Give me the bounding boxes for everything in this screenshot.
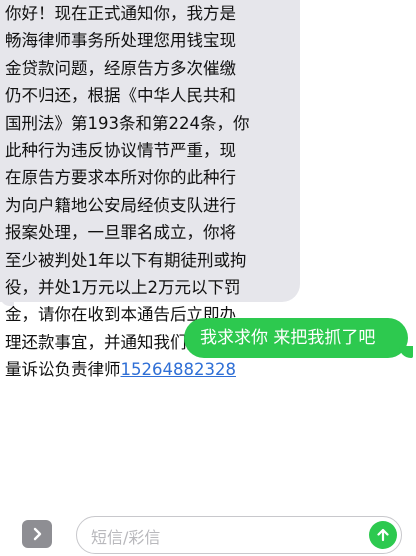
message-line: 报案处理，一旦罪名成立，你将 xyxy=(5,223,236,243)
incoming-message-bubble[interactable]: 你好！现在正式通知你，我方是 畅海律师事务所处理您用钱宝现 金贷款问题，经原告方… xyxy=(0,0,300,379)
message-line: 役，并处1万元以上2万元以下罚 xyxy=(5,277,241,297)
message-line: 金贷款问题，经原告方多次催缴 xyxy=(5,58,236,78)
message-line-prefix: 量诉讼负责律师 xyxy=(5,360,121,380)
expand-apps-button[interactable] xyxy=(22,520,52,548)
arrow-up-icon xyxy=(377,528,389,542)
phone-number-link[interactable]: 15264882328 xyxy=(121,360,236,379)
incoming-bubble-tail xyxy=(0,296,14,306)
message-line: 此种行为违反协议情节严重，现 xyxy=(5,140,236,160)
send-button[interactable] xyxy=(369,521,397,549)
message-line: 在原告方要求本所对你的此种行 xyxy=(5,168,236,188)
message-line: 至少被判处1年以下有期徒刑或拘 xyxy=(5,250,247,270)
chevron-right-icon xyxy=(33,527,42,541)
message-line: 你好！现在正式通知你，我方是 xyxy=(5,4,236,23)
message-last-line: 量诉讼负责律师15264882328 xyxy=(5,356,288,383)
outgoing-message-text: 我求求你 来把我抓了吧 xyxy=(200,328,376,348)
outgoing-message-bubble[interactable]: 我求求你 来把我抓了吧 xyxy=(184,318,408,358)
message-line: 仍不归还，根据《中华人民共和 xyxy=(5,86,236,106)
message-input-container[interactable] xyxy=(76,516,402,554)
message-line: 畅海律师事务所处理您用钱宝现 xyxy=(5,31,236,51)
outgoing-bubble-tail xyxy=(399,346,413,358)
message-composer xyxy=(0,516,416,556)
message-line: 为向户籍地公安局经侦支队进行 xyxy=(5,195,236,215)
message-thread: 你好！现在正式通知你，我方是 畅海律师事务所处理您用钱宝现 金贷款问题，经原告方… xyxy=(0,0,416,516)
message-input[interactable] xyxy=(89,523,353,551)
message-line: 国刑法》第193条和第224条，你 xyxy=(5,113,250,133)
